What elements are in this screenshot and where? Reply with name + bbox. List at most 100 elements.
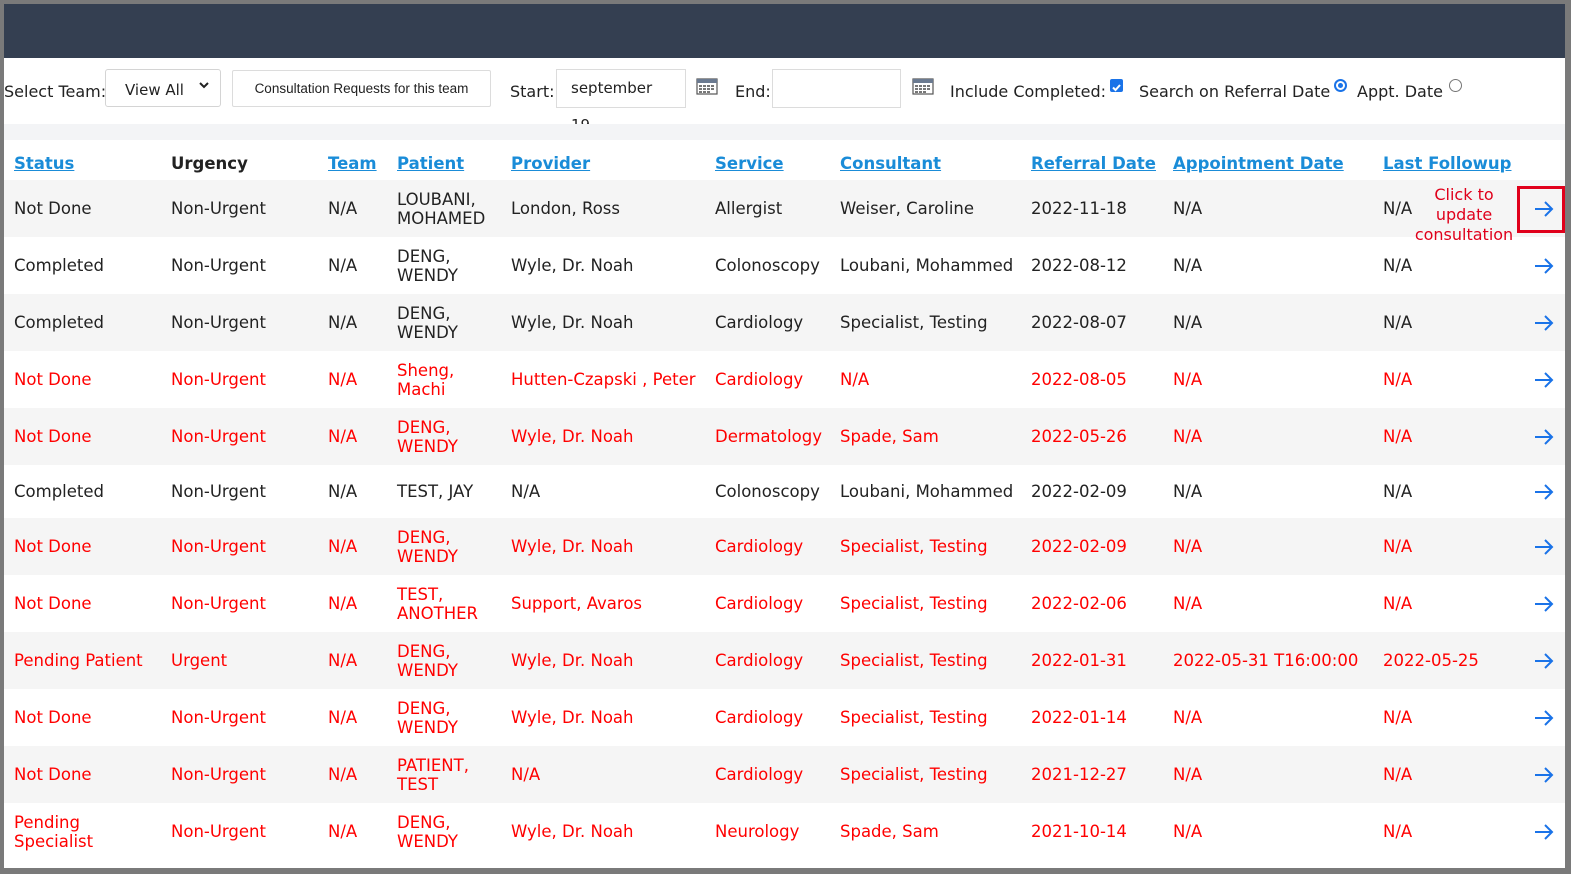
cell-urgency: Non-Urgent	[171, 765, 266, 784]
consultation-requests-button[interactable]: Consultation Requests for this team	[232, 70, 491, 107]
table-row: Not Done Non-Urgent N/A TEST, ANOTHER Suppor…	[4, 575, 1565, 632]
table-row: Pending Specialist Non-Urgent N/A DENG, WEN…	[4, 803, 1565, 860]
table-row: Completed Non-Urgent N/A DENG, WENDY Wyle, D…	[4, 237, 1565, 294]
arrow-right-icon[interactable]	[1532, 368, 1556, 392]
cell-referral-date: 2022-01-31	[1031, 651, 1127, 670]
cell-provider: Wyle, Dr. Noah	[511, 822, 634, 841]
start-date-input[interactable]: september 19	[556, 69, 686, 134]
cell-team: N/A	[328, 822, 358, 841]
cell-referral-date: 2022-11-18	[1031, 199, 1127, 218]
arrow-right-icon[interactable]	[1532, 197, 1556, 221]
cell-service: Cardiology	[715, 708, 804, 727]
cell-consultant: Spade, Sam	[840, 427, 939, 446]
arrow-right-icon[interactable]	[1532, 480, 1556, 504]
header-referral-date[interactable]: Referral Date	[1031, 154, 1156, 173]
cell-status: Not Done	[14, 594, 92, 613]
arrow-right-icon[interactable]	[1532, 311, 1556, 335]
cell-last-followup: N/A	[1383, 370, 1413, 389]
cell-status: Pending Specialist	[14, 812, 94, 851]
cell-urgency: Urgent	[171, 651, 228, 670]
checkmark-icon	[1112, 84, 1121, 92]
cell-service: Dermatology	[715, 427, 823, 446]
cell-last-followup: N/A	[1383, 256, 1413, 275]
cell-last-followup: N/A	[1383, 594, 1413, 613]
cell-status: Pending Patient	[14, 651, 143, 670]
cell-urgency: Non-Urgent	[171, 427, 266, 446]
cell-service: Cardiology	[715, 537, 804, 556]
top-header-bar	[4, 4, 1565, 58]
cell-urgency: Non-Urgent	[171, 822, 266, 841]
cell-urgency: Non-Urgent	[171, 313, 266, 332]
cell-urgency: Non-Urgent	[171, 537, 266, 556]
cell-appointment-date: N/A	[1173, 256, 1203, 275]
cell-provider: Wyle, Dr. Noah	[511, 256, 634, 275]
header-patient[interactable]: Patient	[397, 154, 464, 173]
cell-team: N/A	[328, 370, 358, 389]
search-referral-label: Search on Referral Date	[1139, 82, 1331, 101]
arrow-right-icon[interactable]	[1532, 592, 1556, 616]
team-select[interactable]: View All	[105, 69, 221, 107]
header-last-followup[interactable]: Last Followup	[1383, 154, 1512, 173]
cell-status: Completed	[14, 256, 104, 275]
arrow-right-icon[interactable]	[1532, 535, 1556, 559]
cell-service: Cardiology	[715, 594, 804, 613]
table-row: Not Done Non-Urgent N/A DENG, WENDY Wyle, Dr…	[4, 518, 1565, 575]
app-window: Select Team: View All Consultation Reque…	[4, 4, 1565, 868]
calendar-icon[interactable]	[696, 78, 718, 95]
cell-patient: DENG, WENDY	[397, 246, 458, 285]
team-select-value: View All	[125, 81, 184, 99]
cell-patient: DENG, WENDY	[397, 417, 458, 456]
cell-referral-date: 2022-08-12	[1031, 256, 1127, 275]
table-row: Not Done Non-Urgent N/A Sheng, Machi Hutten-…	[4, 351, 1565, 408]
header-status[interactable]: Status	[14, 154, 74, 173]
cell-referral-date: 2022-02-06	[1031, 594, 1127, 613]
cell-urgency: Non-Urgent	[171, 594, 266, 613]
cell-consultant: N/A	[840, 370, 870, 389]
cell-service: Cardiology	[715, 370, 804, 389]
end-date-input[interactable]	[772, 69, 901, 108]
end-label: End:	[735, 82, 771, 101]
cell-referral-date: 2021-12-27	[1031, 765, 1127, 784]
appt-date-radio[interactable]	[1449, 79, 1462, 92]
table-row: Pending Patient Urgent N/A DENG, WENDY Wyle,…	[4, 632, 1565, 689]
header-appointment-date[interactable]: Appointment Date	[1173, 154, 1344, 173]
header-team[interactable]: Team	[328, 154, 377, 173]
arrow-right-icon[interactable]	[1532, 763, 1556, 787]
calendar-icon[interactable]	[912, 78, 934, 95]
cell-status: Not Done	[14, 199, 92, 218]
cell-consultant: Weiser, Caroline	[840, 199, 975, 218]
header-service[interactable]: Service	[715, 154, 784, 173]
arrow-right-icon[interactable]	[1532, 425, 1556, 449]
cell-last-followup: N/A	[1383, 427, 1413, 446]
table-header-row: Status Urgency Team Patient Provider Service C…	[4, 140, 1565, 181]
header-consultant[interactable]: Consultant	[840, 154, 941, 173]
divider-strip	[4, 124, 1565, 140]
cell-service: Cardiology	[715, 313, 804, 332]
include-completed-checkbox[interactable]	[1110, 79, 1123, 92]
cell-service: Cardiology	[715, 651, 804, 670]
cell-consultant: Loubani, Mohammed	[840, 256, 1014, 275]
cell-provider: Wyle, Dr. Noah	[511, 537, 634, 556]
arrow-right-icon[interactable]	[1532, 254, 1556, 278]
cell-referral-date: 2022-02-09	[1031, 537, 1127, 556]
cell-status: Not Done	[14, 765, 92, 784]
cell-referral-date: 2022-01-14	[1031, 708, 1127, 727]
include-completed-label: Include Completed:	[950, 82, 1106, 101]
filter-toolbar: Select Team: View All Consultation Reque…	[4, 58, 1565, 134]
cell-last-followup: N/A	[1383, 708, 1413, 727]
cell-referral-date: 2022-05-26	[1031, 427, 1127, 446]
table-row: Not Done Non-Urgent N/A PATIENT, TEST N/A Car…	[4, 746, 1565, 803]
header-provider[interactable]: Provider	[511, 154, 590, 173]
arrow-right-icon[interactable]	[1532, 649, 1556, 673]
cell-last-followup: N/A	[1383, 199, 1413, 218]
cell-provider: London, Ross	[511, 199, 620, 218]
arrow-right-icon[interactable]	[1532, 706, 1556, 730]
cell-last-followup: N/A	[1383, 482, 1413, 501]
search-referral-radio[interactable]	[1334, 79, 1347, 92]
cell-provider: Wyle, Dr. Noah	[511, 427, 634, 446]
cell-team: N/A	[328, 594, 358, 613]
cell-service: Neurology	[715, 822, 800, 841]
cell-provider: N/A	[511, 482, 541, 501]
arrow-right-icon[interactable]	[1532, 820, 1556, 844]
cell-status: Completed	[14, 482, 104, 501]
